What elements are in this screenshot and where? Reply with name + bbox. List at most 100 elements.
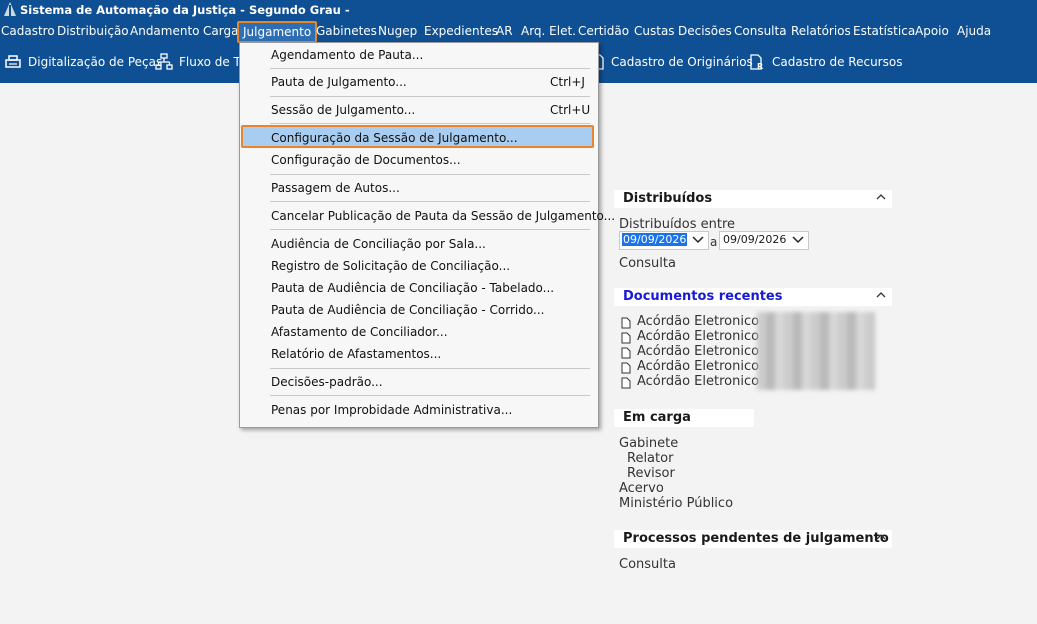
menu-item-configuracao-sessao[interactable]: Configuração da Sessão de Julgamento...: [271, 131, 518, 145]
menu-item-shortcut: Ctrl+J: [550, 75, 585, 89]
menu-ajuda[interactable]: Ajuda: [957, 24, 991, 38]
distribuidos-header[interactable]: Distribuídos: [614, 190, 892, 208]
julgamento-dropdown-menu: Agendamento de Pauta... Pauta de Julgame…: [239, 42, 615, 428]
menu-item-label: Decisões-padrão...: [271, 375, 383, 389]
date-from-picker[interactable]: 09/09/2026: [619, 231, 709, 250]
menu-apoio[interactable]: Apoio: [915, 24, 949, 38]
menu-separator: [270, 395, 590, 396]
menu-item-label: Pauta de Audiência de Conciliação - Corr…: [271, 303, 545, 317]
document-icon: [621, 347, 631, 359]
menu-item-agendamento-pauta[interactable]: Agendamento de Pauta...: [271, 48, 423, 62]
menu-gabinetes[interactable]: Gabinetes: [316, 24, 377, 38]
menu-item-label: Pauta de Julgamento...: [271, 75, 407, 89]
documento-item[interactable]: Acórdão Eletronico: [637, 329, 759, 344]
menu-distribuicao[interactable]: Distribuição: [57, 24, 129, 38]
date-separator: a: [710, 235, 718, 249]
document-icon: [621, 377, 631, 389]
menu-item-pauta-tabelado[interactable]: Pauta de Audiência de Conciliação - Tabe…: [271, 281, 554, 295]
distribuidos-label: Distribuídos entre: [619, 217, 736, 232]
distribuidos-title: Distribuídos: [623, 191, 713, 206]
documentos-title: Documentos recentes: [623, 289, 783, 304]
date-to-picker[interactable]: 09/09/2026: [719, 231, 809, 250]
menu-item-label: Pauta de Audiência de Conciliação - Tabe…: [271, 281, 555, 295]
menu-separator: [270, 68, 590, 69]
menu-julgamento[interactable]: Julgamento: [237, 21, 318, 43]
menu-item-relatorio-afastamentos[interactable]: Relatório de Afastamentos...: [271, 347, 441, 361]
documento-item[interactable]: Acórdão Eletronico: [637, 359, 759, 374]
menu-andamento[interactable]: Andamento: [130, 24, 200, 38]
menu-cadastro[interactable]: Cadastro: [1, 24, 55, 38]
menu-item-audiencia-sala[interactable]: Audiência de Conciliação por Sala...: [271, 237, 486, 251]
chevron-down-icon: [692, 236, 704, 244]
menu-item-sessao-julgamento[interactable]: Sessão de Julgamento... Ctrl+U: [271, 103, 590, 117]
menu-certidao[interactable]: Certidão: [578, 24, 629, 38]
menu-ar[interactable]: AR: [496, 24, 513, 38]
menu-consulta[interactable]: Consulta: [734, 24, 787, 38]
menu-item-label: Sessão de Julgamento...: [271, 103, 416, 117]
menu-separator: [270, 96, 590, 97]
menu-nugep[interactable]: Nugep: [378, 24, 417, 38]
menu-relatorios[interactable]: Relatórios: [791, 24, 851, 38]
digitalizacao-label: Digitalização de Peças: [28, 55, 163, 69]
documentos-header[interactable]: Documentos recentes: [614, 288, 892, 306]
menu-separator: [270, 229, 590, 230]
pendentes-header[interactable]: Processos pendentes de julgamento: [614, 530, 892, 548]
menu-item-registro-solicitacao[interactable]: Registro de Solicitação de Conciliação..…: [271, 259, 510, 273]
carga-ministerio-publico[interactable]: Ministério Público: [619, 496, 733, 511]
scanner-icon: [5, 55, 21, 68]
cadastro-originarios-label: Cadastro de Originários: [611, 55, 753, 69]
menu-item-cancelar-publicacao[interactable]: Cancelar Publicação de Pauta da Sessão d…: [271, 209, 615, 223]
title-bar: Sistema de Automação da Justiça - Segund…: [0, 0, 1037, 20]
carga-title: Em carga: [623, 410, 691, 425]
menu-item-configuracao-documentos[interactable]: Configuração de Documentos...: [271, 153, 461, 167]
menu-estatistica[interactable]: Estatística: [853, 24, 915, 38]
menu-item-penas-improbidade[interactable]: Penas por Improbidade Administrativa...: [271, 403, 512, 417]
carga-revisor[interactable]: Revisor: [627, 466, 675, 481]
svg-text:R: R: [757, 62, 763, 71]
chevron-up-icon[interactable]: [876, 532, 886, 542]
menu-item-label: Agendamento de Pauta...: [271, 48, 424, 62]
document-icon: [621, 362, 631, 374]
chevron-up-icon[interactable]: [876, 290, 886, 300]
digitalizacao-button[interactable]: Digitalização de Peças: [4, 53, 162, 73]
chevron-up-icon[interactable]: [876, 192, 886, 202]
menu-item-pauta-corrido[interactable]: Pauta de Audiência de Conciliação - Corr…: [271, 303, 544, 317]
menu-item-passagem-autos[interactable]: Passagem de Autos...: [271, 181, 400, 195]
documento-item[interactable]: Acórdão Eletronico: [637, 314, 759, 329]
chevron-down-icon: [792, 236, 804, 244]
menu-arq-elet[interactable]: Arq. Elet.: [521, 24, 576, 38]
documento-item[interactable]: Acórdão Eletronico: [637, 374, 759, 389]
menu-separator: [270, 368, 590, 369]
document-icon: [621, 317, 631, 329]
menu-item-label: Relatório de Afastamentos...: [271, 347, 442, 361]
menu-separator: [270, 123, 590, 124]
date-to-value: 09/09/2026: [723, 233, 787, 246]
window-title: Sistema de Automação da Justiça - Segund…: [20, 3, 350, 17]
cadastro-recursos-button[interactable]: R Cadastro de Recursos: [748, 53, 902, 73]
menu-decisoes[interactable]: Decisões: [678, 24, 732, 38]
menu-item-label: Afastamento de Conciliador...: [271, 325, 448, 339]
carga-gabinete[interactable]: Gabinete: [619, 436, 678, 451]
documento-item[interactable]: Acórdão Eletronico: [637, 344, 759, 359]
menu-expedientes[interactable]: Expedientes: [424, 24, 498, 38]
menu-separator: [270, 174, 590, 175]
menu-item-label: Cancelar Publicação de Pauta da Sessão d…: [271, 209, 616, 223]
redacted-area: [757, 312, 875, 390]
menu-item-label: Configuração da Sessão de Julgamento...: [271, 131, 518, 145]
document-r-icon: R: [750, 54, 763, 71]
date-from-value: 09/09/2026: [622, 233, 688, 246]
carga-header[interactable]: Em carga: [614, 409, 754, 427]
fluxo-button[interactable]: Fluxo de Tra: [155, 53, 251, 73]
document-icon: [621, 332, 631, 344]
distribuidos-consulta-link[interactable]: Consulta: [619, 256, 676, 271]
carga-acervo[interactable]: Acervo: [619, 481, 664, 496]
menu-item-pauta-julgamento[interactable]: Pauta de Julgamento... Ctrl+J: [271, 75, 585, 89]
menu-custas[interactable]: Custas: [634, 24, 675, 38]
pendentes-consulta-link[interactable]: Consulta: [619, 557, 676, 572]
pendentes-title: Processos pendentes de julgamento: [623, 531, 889, 546]
menu-carga[interactable]: Carga: [203, 24, 238, 38]
menu-item-decisoes-padrao[interactable]: Decisões-padrão...: [271, 375, 383, 389]
menu-item-afastamento-conciliador[interactable]: Afastamento de Conciliador...: [271, 325, 448, 339]
cadastro-originarios-button[interactable]: Cadastro de Originários: [589, 53, 753, 73]
carga-relator[interactable]: Relator: [627, 451, 673, 466]
